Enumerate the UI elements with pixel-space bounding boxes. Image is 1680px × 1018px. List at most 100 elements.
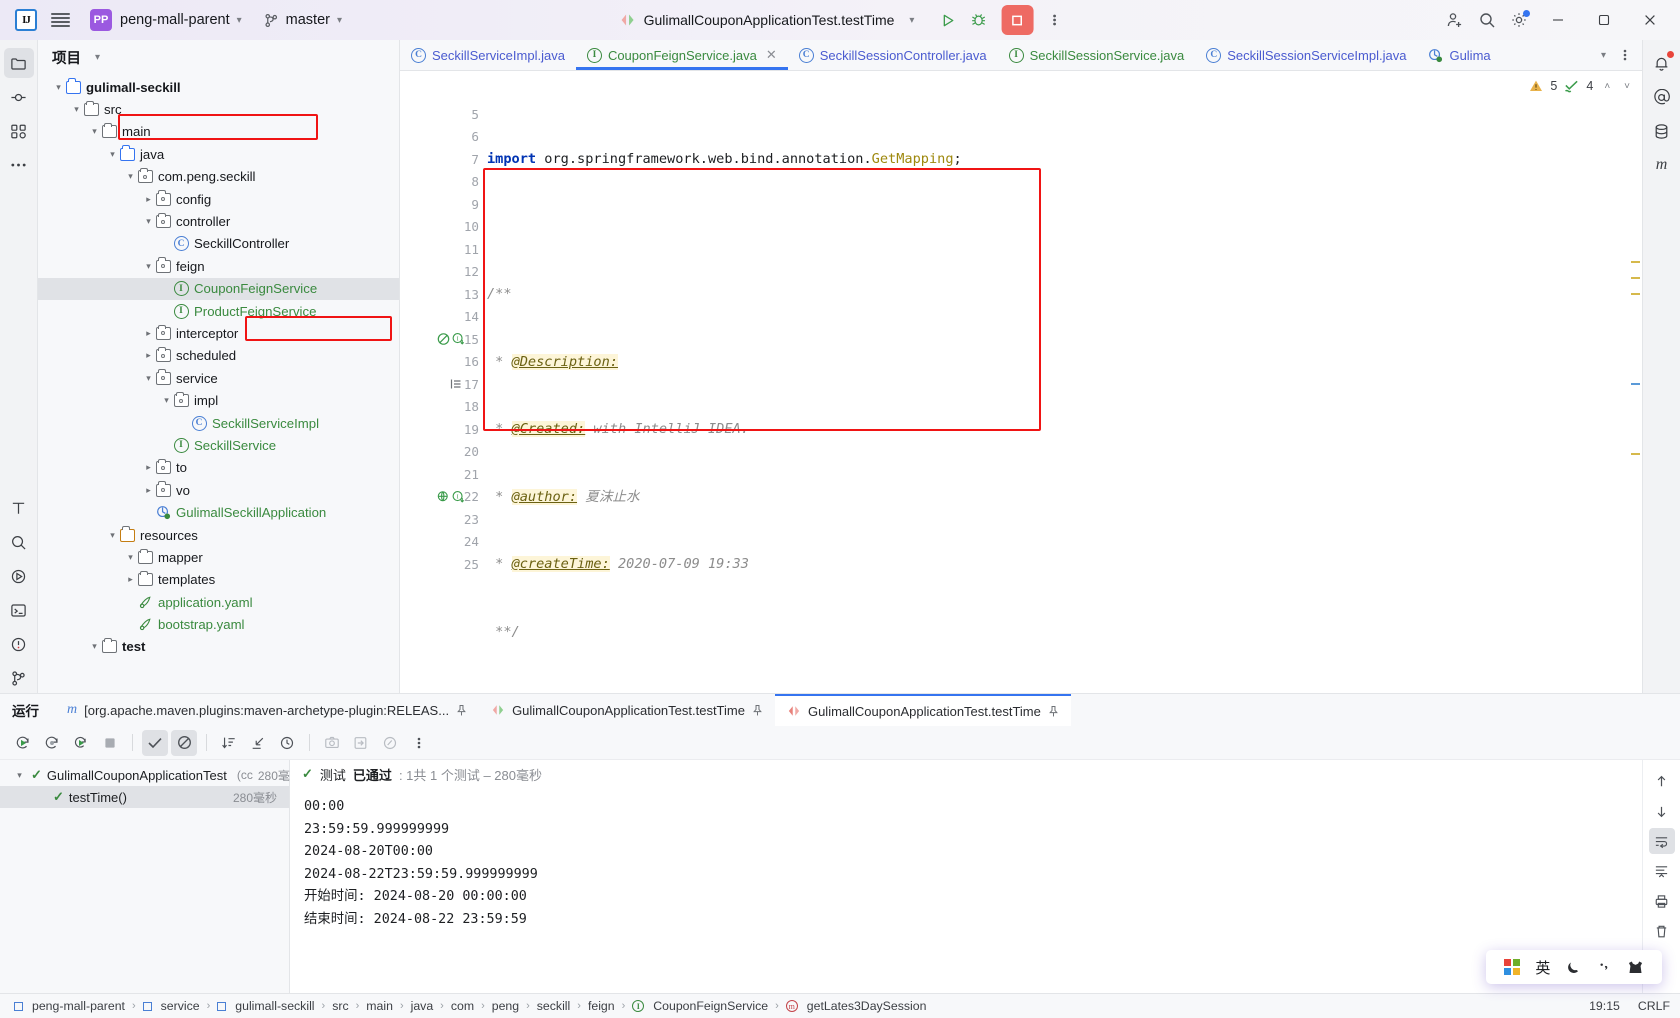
commit-tool-icon[interactable]	[4, 82, 34, 112]
editor-tab-seckillsessionserviceimpl[interactable]: C SeckillSessionServiceImpl.java	[1195, 40, 1417, 70]
tree-node-resources[interactable]: ▾ resources	[38, 524, 399, 546]
run-button[interactable]	[933, 5, 963, 35]
breadcrumb-item-seckill[interactable]: seckill	[533, 999, 574, 1013]
tree-node-application-yaml[interactable]: application.yaml	[38, 591, 399, 613]
chevron-down-icon[interactable]: ▾	[88, 640, 101, 653]
settings-tests-icon[interactable]	[377, 730, 403, 756]
stop-button[interactable]	[1001, 5, 1034, 35]
test-tree[interactable]: ▾ ✓ GulimallCouponApplicationTest (cc 280毫秒 ✓…	[0, 760, 302, 993]
chevron-right-icon[interactable]: ▸	[142, 484, 155, 497]
ime-mode-label[interactable]: 英	[1535, 957, 1550, 978]
import-tests-icon[interactable]	[348, 730, 374, 756]
breadcrumb-item-service[interactable]: service	[139, 999, 204, 1013]
clear-all-icon[interactable]	[1649, 918, 1675, 944]
stop-icon[interactable]	[97, 730, 123, 756]
tree-node-src[interactable]: ▾ src	[38, 98, 399, 120]
sort-by-duration-icon[interactable]	[216, 730, 242, 756]
branch-selector[interactable]: master ▾	[257, 6, 349, 34]
ime-toolbox-icon[interactable]	[1627, 960, 1644, 975]
more-tool-icon[interactable]	[4, 150, 34, 180]
tree-node-seckillcontroller[interactable]: C SeckillController	[38, 233, 399, 255]
git-tool-icon[interactable]	[4, 663, 34, 693]
export-image-icon[interactable]	[319, 730, 345, 756]
pin-icon[interactable]	[752, 704, 763, 717]
tree-node-templates[interactable]: ▸ templates	[38, 569, 399, 591]
gutter-marks[interactable]: I	[437, 333, 465, 346]
breadcrumb-item-feign[interactable]: feign	[584, 999, 619, 1013]
project-selector[interactable]: PP peng-mall-parent ▾	[83, 6, 249, 34]
pin-icon[interactable]	[456, 704, 467, 717]
pin-icon[interactable]	[1048, 705, 1059, 718]
tree-node-vo[interactable]: ▸ vo	[38, 479, 399, 501]
tree-node-impl[interactable]: ▾ impl	[38, 389, 399, 411]
code-folding-icon[interactable]	[450, 378, 462, 390]
chevron-down-icon[interactable]: ▾	[142, 215, 155, 228]
ai-assistant-icon[interactable]	[1647, 82, 1677, 112]
chevron-down-icon[interactable]: ▾	[52, 81, 65, 94]
tree-node-seckillserviceimpl[interactable]: C SeckillServiceImpl	[38, 412, 399, 434]
console-output[interactable]: 00:00 23:59:59.999999999 2024-08-20T00:00 2…	[290, 788, 1642, 993]
chevron-right-icon[interactable]: ▸	[142, 327, 155, 340]
more-vertical-icon[interactable]	[406, 730, 432, 756]
editor-markers-strip[interactable]	[1629, 101, 1642, 693]
editor-tab-seckillsessionservice[interactable]: I SeckillSessionService.java	[998, 40, 1196, 70]
show-passed-toggle[interactable]	[142, 729, 168, 756]
rerun-debug-icon[interactable]	[68, 730, 94, 756]
caret-position[interactable]: 19:15	[1589, 999, 1620, 1013]
tree-node-couponfeignservice[interactable]: I CouponFeignService	[38, 277, 399, 300]
chevron-down-icon[interactable]: ˅	[1624, 81, 1630, 92]
chevron-down-icon[interactable]: ▾	[142, 260, 155, 273]
maven-icon[interactable]: m	[1647, 150, 1677, 180]
run-configuration-selector[interactable]: GulimallCouponApplicationTest.testTime ▾	[611, 9, 924, 31]
tree-node-productfeignservice[interactable]: I ProductFeignService	[38, 300, 399, 322]
editor-tab-seckillsessioncontroller[interactable]: C SeckillSessionController.java	[788, 40, 998, 70]
tree-node-test[interactable]: ▾ test	[38, 636, 399, 658]
ime-popup[interactable]: 英	[1486, 950, 1662, 984]
tree-node-gulimallseckillapplication[interactable]: GulimallSeckillApplication	[38, 501, 399, 523]
chevron-right-icon[interactable]: ▸	[142, 349, 155, 362]
collapse-all-icon[interactable]	[245, 730, 271, 756]
maximize-button[interactable]	[1582, 0, 1626, 40]
run-tab-1[interactable]: GulimallCouponApplicationTest.testTime	[479, 694, 775, 726]
editor-tab-gulima[interactable]: Gulima	[1417, 40, 1501, 70]
tab-list-button[interactable]: ▾	[1589, 44, 1611, 66]
chevron-down-icon[interactable]: ▾	[160, 394, 173, 407]
tree-node-scheduled[interactable]: ▸ scheduled	[38, 345, 399, 367]
rerun-failed-icon[interactable]	[39, 730, 65, 756]
scroll-up-icon[interactable]	[1649, 768, 1675, 794]
project-tree[interactable]: ▾ gulimall-seckill ▾ src ▾ main ▾ java ▾ com.peng…	[38, 74, 399, 693]
gutter-marks[interactable]: I	[437, 490, 465, 503]
chevron-up-icon[interactable]: ˄	[1604, 81, 1610, 92]
tree-node-interceptor[interactable]: ▸ interceptor	[38, 322, 399, 344]
scroll-to-end-icon[interactable]	[1649, 858, 1675, 884]
close-button[interactable]	[1628, 0, 1672, 40]
tree-node-mapper[interactable]: ▾ mapper	[38, 546, 399, 568]
editor-tab-bar[interactable]: C SeckillServiceImpl.java I CouponFeignServ…	[400, 40, 1642, 71]
test-tree-row[interactable]: ✓ testTime() 280毫秒	[0, 786, 289, 808]
project-tool-icon[interactable]	[3, 48, 34, 78]
code-editor[interactable]: 5 6 7 8 9 10 11 12 13 14 15 I 16 17 18 1…	[400, 101, 1642, 693]
editor-tab-couponfeignservice[interactable]: I CouponFeignService.java ✕	[575, 40, 788, 70]
test-tree-row[interactable]: ▾ ✓ GulimallCouponApplicationTest (cc 280毫秒	[0, 764, 302, 786]
chevron-down-icon[interactable]: ▾	[70, 103, 83, 116]
tree-node-main[interactable]: ▾ main	[38, 121, 399, 143]
breadcrumb-item-java[interactable]: java	[407, 999, 438, 1013]
search-button[interactable]	[1472, 5, 1502, 35]
code-text[interactable]: import org.springframework.web.bind.anno…	[485, 101, 1642, 693]
chevron-down-icon[interactable]: ▾	[142, 372, 155, 385]
chevron-down-icon[interactable]: ▾	[106, 529, 119, 542]
punctuation-icon[interactable]	[1597, 960, 1612, 975]
editor-gutter[interactable]: 5 6 7 8 9 10 11 12 13 14 15 I 16 17 18 1…	[400, 101, 485, 693]
chevron-down-icon[interactable]: ▾	[88, 125, 101, 138]
settings-button[interactable]	[1504, 5, 1534, 35]
notifications-icon[interactable]	[1647, 48, 1677, 78]
services-tool-icon[interactable]	[4, 527, 34, 557]
main-menu-button[interactable]	[44, 6, 77, 34]
chevron-down-icon[interactable]: ▾	[95, 52, 100, 63]
breadcrumb-item-com[interactable]: com	[447, 999, 478, 1013]
database-icon[interactable]	[1647, 116, 1677, 146]
terminal-tool-icon[interactable]	[4, 493, 34, 523]
tree-node-com-peng-seckill[interactable]: ▾ com.peng.seckill	[38, 166, 399, 188]
scroll-down-icon[interactable]	[1649, 798, 1675, 824]
structure-tool-icon[interactable]	[4, 116, 34, 146]
